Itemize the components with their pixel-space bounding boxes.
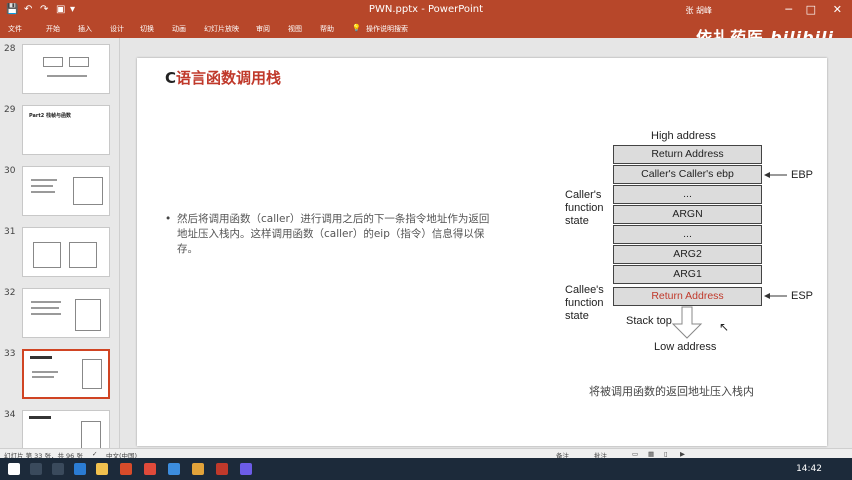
tab-view[interactable]: 视图 <box>288 24 302 34</box>
user-name[interactable]: 张 胡峰 <box>685 5 712 16</box>
app-icon[interactable] <box>240 463 252 475</box>
thumbnail-number: 32 <box>4 288 16 298</box>
thumbnail-number: 28 <box>4 44 16 54</box>
thumbnail-line <box>31 313 61 315</box>
slide-thumbnail[interactable] <box>22 227 110 277</box>
thumbnail-line <box>31 185 53 187</box>
thumbnail-line <box>47 75 87 77</box>
thumbnail-number: 31 <box>4 227 16 237</box>
slide-thumbnail[interactable]: Part2 栈帧与函数 <box>22 105 110 155</box>
tab-animations[interactable]: 动画 <box>172 24 186 34</box>
app-icon[interactable] <box>192 463 204 475</box>
slide[interactable]: C语言函数调用栈 • 然后将调用函数（caller）进行调用之后的下一条指令地址… <box>137 58 827 446</box>
slide-thumbnail[interactable] <box>22 44 110 94</box>
thumbnail-shape <box>73 177 103 205</box>
tab-review[interactable]: 审阅 <box>256 24 270 34</box>
app-icon[interactable] <box>144 463 156 475</box>
minimize-icon[interactable]: ─ <box>785 3 792 16</box>
close-icon[interactable]: ✕ <box>833 3 842 16</box>
thumbnail-shape <box>69 242 97 268</box>
thumbnail-line <box>31 301 61 303</box>
thumbnail-line <box>31 179 57 181</box>
file-explorer-icon[interactable] <box>96 463 108 475</box>
task-view-icon[interactable] <box>52 463 64 475</box>
stack-top-label: Stack top <box>626 315 672 327</box>
ebp-label: EBP <box>791 169 814 181</box>
tell-me-search[interactable]: 操作说明搜索 <box>366 24 408 34</box>
tab-slideshow[interactable]: 幻灯片放映 <box>204 24 239 34</box>
slide-thumbnail-pane: 28 29 Part2 栈帧与函数 30 31 32 33 34 <box>0 38 120 448</box>
thumbnail-line <box>30 356 52 359</box>
thumbnail-line <box>32 371 58 373</box>
slide-sorter-icon[interactable]: ▦ <box>648 450 654 458</box>
diagram-caption: 将被调用函数的返回地址压入栈内 <box>589 385 754 398</box>
low-address-label: Low address <box>654 341 717 353</box>
title-bar: 💾 ↶ ↷ ▣ ▾ PWN.pptx - PowerPoint 张 胡峰 ─ □… <box>0 0 852 22</box>
system-clock[interactable]: 14:42 <box>796 464 822 474</box>
esp-label: ESP <box>791 290 814 302</box>
app-icon[interactable] <box>120 463 132 475</box>
search-icon[interactable] <box>30 463 42 475</box>
thumbnail-shape <box>43 57 63 67</box>
thumbnail-number: 29 <box>4 105 16 115</box>
tab-design[interactable]: 设计 <box>110 24 124 34</box>
slide-editor: C语言函数调用栈 • 然后将调用函数（caller）进行调用之后的下一条指令地址… <box>121 38 852 448</box>
thumbnail-line <box>32 376 54 378</box>
lightbulb-icon: 💡 <box>352 24 361 32</box>
tab-help[interactable]: 帮助 <box>320 24 334 34</box>
thumbnail-shape <box>82 359 102 389</box>
thumbnail-shape <box>69 57 89 67</box>
thumbnail-shape <box>75 299 101 331</box>
thumbnail-shape <box>81 421 101 448</box>
tab-insert[interactable]: 插入 <box>78 24 92 34</box>
document-title: PWN.pptx - PowerPoint <box>368 4 484 15</box>
app-icon[interactable] <box>168 463 180 475</box>
thumbnail-title: Part2 栈帧与函数 <box>29 113 71 119</box>
tab-transitions[interactable]: 切换 <box>140 24 154 34</box>
thumbnail-number: 34 <box>4 410 16 420</box>
powerpoint-icon[interactable] <box>216 463 228 475</box>
thumbnail-number: 33 <box>4 349 16 359</box>
slideshow-icon[interactable]: ▶ <box>680 450 685 458</box>
tab-file[interactable]: 文件 <box>8 24 22 34</box>
taskbar: 14:42 <box>0 458 852 480</box>
thumbnail-line <box>31 307 59 309</box>
thumbnail-line <box>31 191 55 193</box>
slide-thumbnail[interactable] <box>22 288 110 338</box>
status-bar: 幻灯片 第 33 张，共 96 张 ✓ 中文(中国) 备注 批注 ▭ ▦ ▯ ▶ <box>0 448 852 460</box>
windows-start-icon[interactable] <box>8 463 20 475</box>
normal-view-icon[interactable]: ▭ <box>632 450 638 458</box>
slide-thumbnail-current[interactable] <box>22 349 110 399</box>
thumbnail-number: 30 <box>4 166 16 176</box>
slide-thumbnail[interactable] <box>22 410 110 448</box>
spellcheck-icon[interactable]: ✓ <box>92 450 97 458</box>
thumbnail-line <box>29 416 51 419</box>
reading-view-icon[interactable]: ▯ <box>664 450 668 458</box>
thumbnail-shape <box>33 242 61 268</box>
slide-thumbnail[interactable] <box>22 166 110 216</box>
edge-icon[interactable] <box>74 463 86 475</box>
maximize-icon[interactable]: □ <box>806 3 816 16</box>
tab-home[interactable]: 开始 <box>46 24 60 34</box>
mouse-cursor-icon: ↖ <box>719 320 730 334</box>
